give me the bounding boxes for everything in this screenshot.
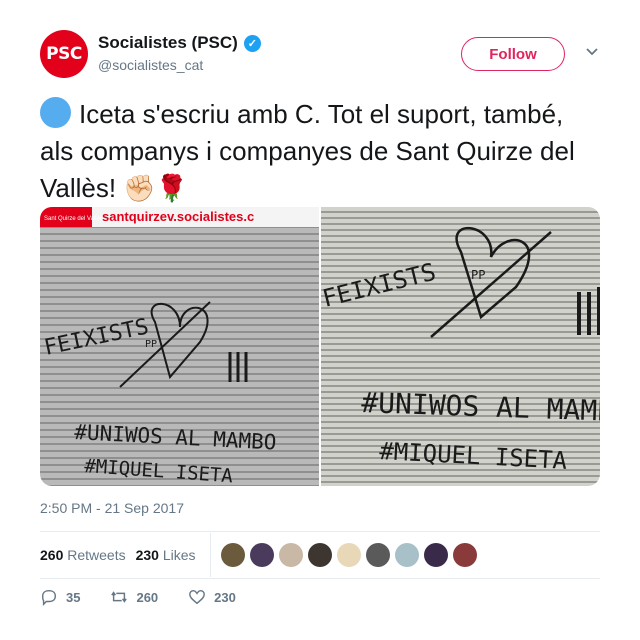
graffiti-pp: PP [145,339,157,350]
follow-button[interactable]: Follow [461,37,565,71]
liker-avatar[interactable] [365,543,390,567]
photo-right[interactable]: FEIXISTS PP #UNIWOS AL MAMBO #MIQUEL ISE… [321,207,600,486]
heart-icon [189,589,206,605]
tweet-actions: 35 260 230 [40,588,266,606]
tweet-body: Iceta s'escriu amb C. Tot el suport, tam… [40,99,575,203]
tweet-stats: 260 Retweets 230 Likes [40,532,600,578]
banner-logo-text: Sant Quirze del Vallès [44,216,103,222]
retweet-count: 260 [136,589,159,605]
liker-avatar[interactable] [307,543,332,567]
account-names[interactable]: Socialistes (PSC) ✓ @socialistes_cat [98,33,261,73]
stats-separator [209,533,211,577]
like-button[interactable]: 230 [188,588,236,606]
retweets-count: 260 [40,547,64,563]
reply-button[interactable]: 35 [40,588,80,606]
emoji-fist-rose: ✊🏻🌹 [123,174,189,204]
retweet-button[interactable]: 260 [110,588,158,606]
liker-avatar[interactable] [452,543,477,567]
verified-badge-icon: ✓ [243,34,261,52]
blue-circle-icon [40,97,71,128]
liker-avatars [220,543,477,567]
liker-avatar[interactable] [423,543,448,567]
photo-left[interactable]: Sant Quirze del Vallès santquirzev.socia… [40,207,319,486]
tweet-media[interactable]: Sant Quirze del Vallès santquirzev.socia… [40,207,600,486]
reply-count: 35 [66,589,81,605]
chevron-down-icon[interactable] [585,44,599,58]
retweets-label: Retweets [67,547,126,563]
liker-avatar[interactable] [394,543,419,567]
retweets-stat[interactable]: 260 Retweets [40,547,126,563]
likes-stat[interactable]: 230 Likes [136,547,196,563]
likes-label: Likes [162,547,196,563]
display-name[interactable]: Socialistes (PSC) ✓ [98,33,261,53]
liker-avatar[interactable] [336,543,361,567]
tweet-timestamp[interactable]: 2:50 PM - 21 Sep 2017 [40,500,184,516]
likes-count: 230 [135,547,159,563]
display-name-text[interactable]: Socialistes (PSC) [98,33,238,53]
reply-icon [41,589,57,606]
divider-bottom [40,578,600,579]
handle[interactable]: @socialistes_cat [98,57,261,73]
tweet-text: Iceta s'escriu amb C. Tot el suport, tam… [40,96,600,208]
avatar[interactable]: PSC [40,30,88,78]
tweet-header: PSC Socialistes (PSC) ✓ @socialistes_cat… [40,30,600,82]
banner-url: santquirzev.socialistes.c [102,209,254,224]
liker-avatar[interactable] [249,543,274,567]
graffiti-pp-right: PP [471,268,485,282]
retweet-icon [111,591,128,603]
liker-avatar[interactable] [220,543,245,567]
like-count: 230 [214,589,236,605]
liker-avatar[interactable] [278,543,303,567]
